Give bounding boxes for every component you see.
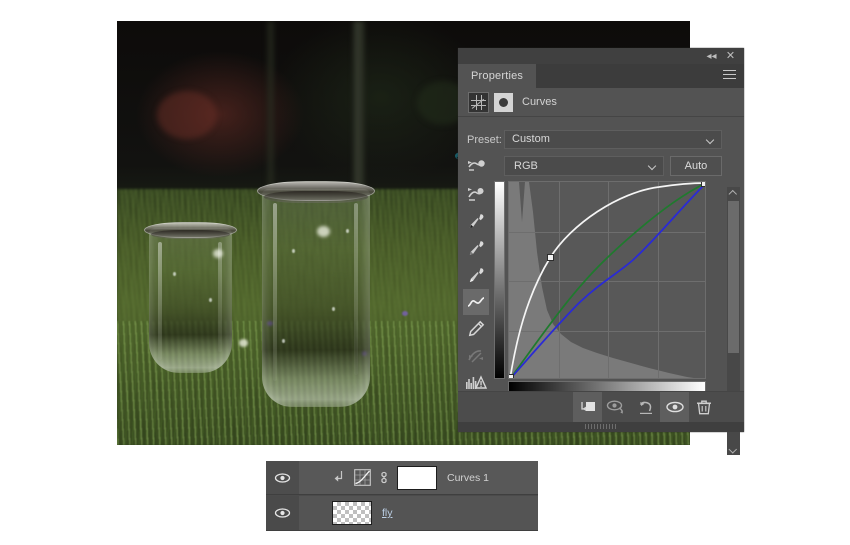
chevron-down-icon bbox=[707, 137, 714, 141]
properties-footer bbox=[458, 391, 744, 422]
curves-adjustment-icon bbox=[354, 469, 371, 491]
on-image-adjust-icon[interactable] bbox=[466, 155, 486, 175]
link-mask-icon[interactable] bbox=[378, 469, 390, 491]
chevron-down-icon bbox=[649, 163, 656, 167]
pencil-draw-curve-icon[interactable] bbox=[463, 316, 489, 342]
panel-resize-bar[interactable] bbox=[458, 422, 744, 432]
channel-value: RGB bbox=[514, 160, 538, 172]
preset-label: Preset: bbox=[467, 134, 502, 146]
curves-grid-icon[interactable] bbox=[468, 92, 489, 113]
curve-point-black[interactable] bbox=[508, 374, 514, 379]
curve-point-white[interactable] bbox=[701, 181, 706, 187]
curves-tool-strip bbox=[463, 181, 489, 386]
close-icon[interactable]: ✕ bbox=[724, 50, 737, 63]
preset-value: Custom bbox=[512, 133, 550, 145]
resize-grip bbox=[585, 424, 617, 429]
curve-point-tool-icon[interactable] bbox=[463, 289, 489, 315]
panel-tabbar: Properties bbox=[458, 64, 744, 88]
scroll-down-arrow-icon[interactable] bbox=[727, 443, 740, 455]
channel-select[interactable]: RGB bbox=[504, 156, 664, 176]
hamburger-menu-icon[interactable] bbox=[723, 70, 736, 81]
list-item[interactable]: fly bbox=[382, 507, 393, 519]
eye-icon[interactable] bbox=[266, 496, 299, 530]
layer-mask-thumbnail[interactable] bbox=[494, 93, 513, 112]
view-previous-state-button[interactable] bbox=[602, 392, 631, 423]
jar-large bbox=[262, 189, 370, 407]
layer-mask-thumbnail[interactable] bbox=[397, 466, 437, 490]
delete-adjustment-layer-button[interactable] bbox=[689, 392, 718, 423]
photo-flower bbox=[239, 339, 248, 347]
curves-graph[interactable] bbox=[508, 181, 706, 379]
tab-properties[interactable]: Properties bbox=[458, 64, 536, 88]
panel-titlebar: ◂◂ ✕ bbox=[458, 48, 744, 64]
adjustment-header: Curves bbox=[458, 88, 744, 117]
toggle-layer-visibility-button[interactable] bbox=[660, 392, 689, 423]
curve-point-mid[interactable] bbox=[547, 254, 554, 261]
jar-small bbox=[149, 228, 232, 373]
clip-to-layer-button[interactable] bbox=[573, 392, 602, 423]
properties-body: Preset: Custom RGB Auto bbox=[458, 117, 744, 391]
black-point-eyedropper-icon[interactable] bbox=[463, 208, 489, 234]
on-image-adjustment-icon[interactable] bbox=[463, 181, 489, 207]
app-root: ◂◂ ✕ Properties Curves Preset: bbox=[0, 0, 850, 545]
list-item[interactable]: Curves 1 bbox=[447, 472, 489, 484]
photo-bokeh bbox=[157, 91, 217, 139]
collapse-icon[interactable]: ◂◂ bbox=[705, 50, 718, 63]
table-row[interactable]: Curves 1 bbox=[266, 461, 538, 495]
smooth-curve-icon[interactable] bbox=[463, 343, 489, 369]
scrollbar-thumb[interactable] bbox=[728, 201, 739, 353]
photo-violet bbox=[402, 311, 408, 316]
curve-lines bbox=[509, 182, 706, 379]
layers-panel: Curves 1 fly bbox=[266, 461, 538, 531]
page-title: Curves bbox=[522, 92, 557, 113]
preset-select[interactable]: Custom bbox=[504, 130, 722, 149]
photo-post-far bbox=[267, 21, 274, 196]
reset-adjustment-button[interactable] bbox=[631, 392, 660, 423]
layer-thumbnail[interactable] bbox=[332, 501, 372, 525]
eye-icon[interactable] bbox=[266, 461, 299, 495]
auto-button[interactable]: Auto bbox=[670, 156, 722, 176]
table-row[interactable]: fly bbox=[266, 496, 538, 530]
output-gradient-bar bbox=[494, 181, 505, 379]
white-point-eyedropper-icon[interactable] bbox=[463, 262, 489, 288]
scroll-up-arrow-icon[interactable] bbox=[727, 187, 740, 199]
gray-point-eyedropper-icon[interactable] bbox=[463, 235, 489, 261]
properties-panel: ◂◂ ✕ Properties Curves Preset: bbox=[458, 48, 744, 432]
clipping-mask-arrow-icon bbox=[334, 470, 345, 489]
